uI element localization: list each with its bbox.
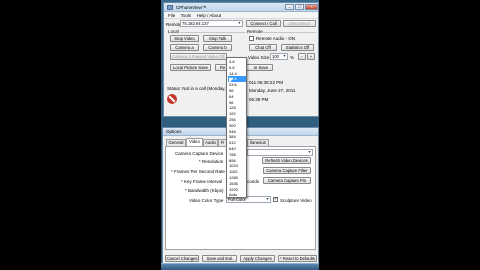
frames-per-second-label: * Frames Per Second Rate: [171, 169, 225, 174]
camera2-paused-button[interactable]: Camera 2 Paused Video Off: [170, 53, 227, 60]
video-size-down-button[interactable]: -: [298, 53, 306, 60]
sculpture-video-label: Sculpture Video: [280, 198, 312, 203]
remote-audio-label: Remote Audio - ON: [256, 36, 296, 41]
maximize-button[interactable]: □: [295, 4, 304, 10]
camera-a-button[interactable]: Camera a: [170, 44, 199, 51]
camera-capture-device-select[interactable]: ▼: [247, 149, 313, 156]
video-size-up-button[interactable]: +: [307, 53, 315, 60]
minimize-button[interactable]: –: [285, 4, 294, 10]
remote-ip-input[interactable]: 75.182.64.137 ▼: [180, 20, 243, 27]
chevron-down-icon: ▼: [307, 150, 312, 154]
reset-to-defaults-button[interactable]: * Reset to Defaults: [278, 255, 317, 262]
main-window-title: CPhoneView™: [176, 5, 207, 10]
stop-video-button[interactable]: Stop Video: [170, 35, 199, 42]
save-and-exit-button[interactable]: Save and Exit: [202, 255, 237, 262]
no-call-icon: [167, 94, 177, 104]
chevron-down-icon: ▼: [282, 54, 287, 58]
refresh-video-devices-button[interactable]: Refresh Video Devices: [262, 157, 311, 164]
seconds-label: conds: [247, 179, 260, 184]
tab-general[interactable]: General: [166, 139, 186, 146]
local-picture-save-button[interactable]: Local Picture Save: [170, 64, 211, 71]
remote-audio-checkbox[interactable]: [249, 36, 254, 41]
stop-talk-button[interactable]: Stop Talk: [203, 35, 232, 42]
chevron-down-icon: ▼: [237, 21, 242, 25]
time-line1: 011 06:39:22 PM: [249, 80, 283, 85]
tab-miscellaneous[interactable]: llaneous: [247, 139, 269, 146]
cancel-changes-button[interactable]: Cancel Changes: [165, 255, 199, 262]
key-frame-interval-label: * Key Frame Interval: [181, 179, 223, 184]
menu-file[interactable]: File: [168, 12, 175, 19]
options-window-title: Options: [166, 129, 182, 134]
local-group-divider: [180, 32, 246, 33]
menu-help[interactable]: Help / About: [197, 12, 222, 19]
video-size-label: Video Size: [248, 55, 270, 60]
menu-tools[interactable]: Tools: [181, 12, 192, 19]
chevron-down-icon: ▼: [265, 197, 270, 201]
status-text: Status: Not in a call (Monday, Ju: [167, 86, 232, 91]
video-color-type-label: Video Color Type: [189, 198, 224, 203]
menu-bar: File Tools Help / About: [164, 12, 318, 19]
sculpture-video-checkbox[interactable]: [273, 196, 278, 202]
dropdown-option[interactable]: Auto: [228, 192, 246, 198]
tab-video[interactable]: Video: [186, 138, 203, 146]
camera-b-button[interactable]: Camera b: [203, 44, 232, 51]
percent-label: %: [290, 55, 295, 60]
camera-capture-pin-button[interactable]: Camera Capture Pin: [263, 177, 311, 184]
remote-group-divider: [262, 32, 316, 33]
chat-off-button[interactable]: Chat Off: [249, 44, 277, 51]
connect-call-button[interactable]: Connect / Call: [246, 20, 281, 27]
resolution-label: * Resolution: [199, 159, 224, 164]
camera-capture-device-label: Camera Capture Device: [175, 151, 224, 156]
remote-ip-value: 75.182.64.137: [182, 21, 209, 26]
remote-picture-save-suffix: re Save: [253, 65, 269, 70]
taskbar: [161, 263, 319, 270]
apply-changes-button[interactable]: Apply Changes: [240, 255, 275, 262]
local-group-label: Local: [168, 29, 179, 34]
time-line3: 06:39 PM: [249, 97, 269, 102]
bandwidth-label: * Bandwidth (Kbps): [185, 188, 224, 193]
app-icon: [167, 5, 173, 10]
video-size-select[interactable]: 100 ▼: [270, 53, 288, 60]
camera-capture-filter-button[interactable]: Camera Capture Filter: [263, 167, 311, 174]
close-button[interactable]: ×: [305, 4, 318, 10]
mouse-cursor-icon: [229, 78, 233, 84]
statistics-off-button[interactable]: Statistics Off: [281, 44, 314, 51]
disconnect-button[interactable]: Disconnect: [283, 20, 316, 27]
remote-group-label: Remote: [247, 29, 263, 34]
main-titlebar: CPhoneView™ – □ ×: [164, 3, 318, 12]
remote-picture-save-prefix: Re: [219, 65, 226, 70]
time-line2: Monday, June 27, 2011: [249, 88, 296, 93]
video-size-value: 100: [272, 54, 279, 59]
tab-audio[interactable]: Audio: [203, 139, 218, 146]
